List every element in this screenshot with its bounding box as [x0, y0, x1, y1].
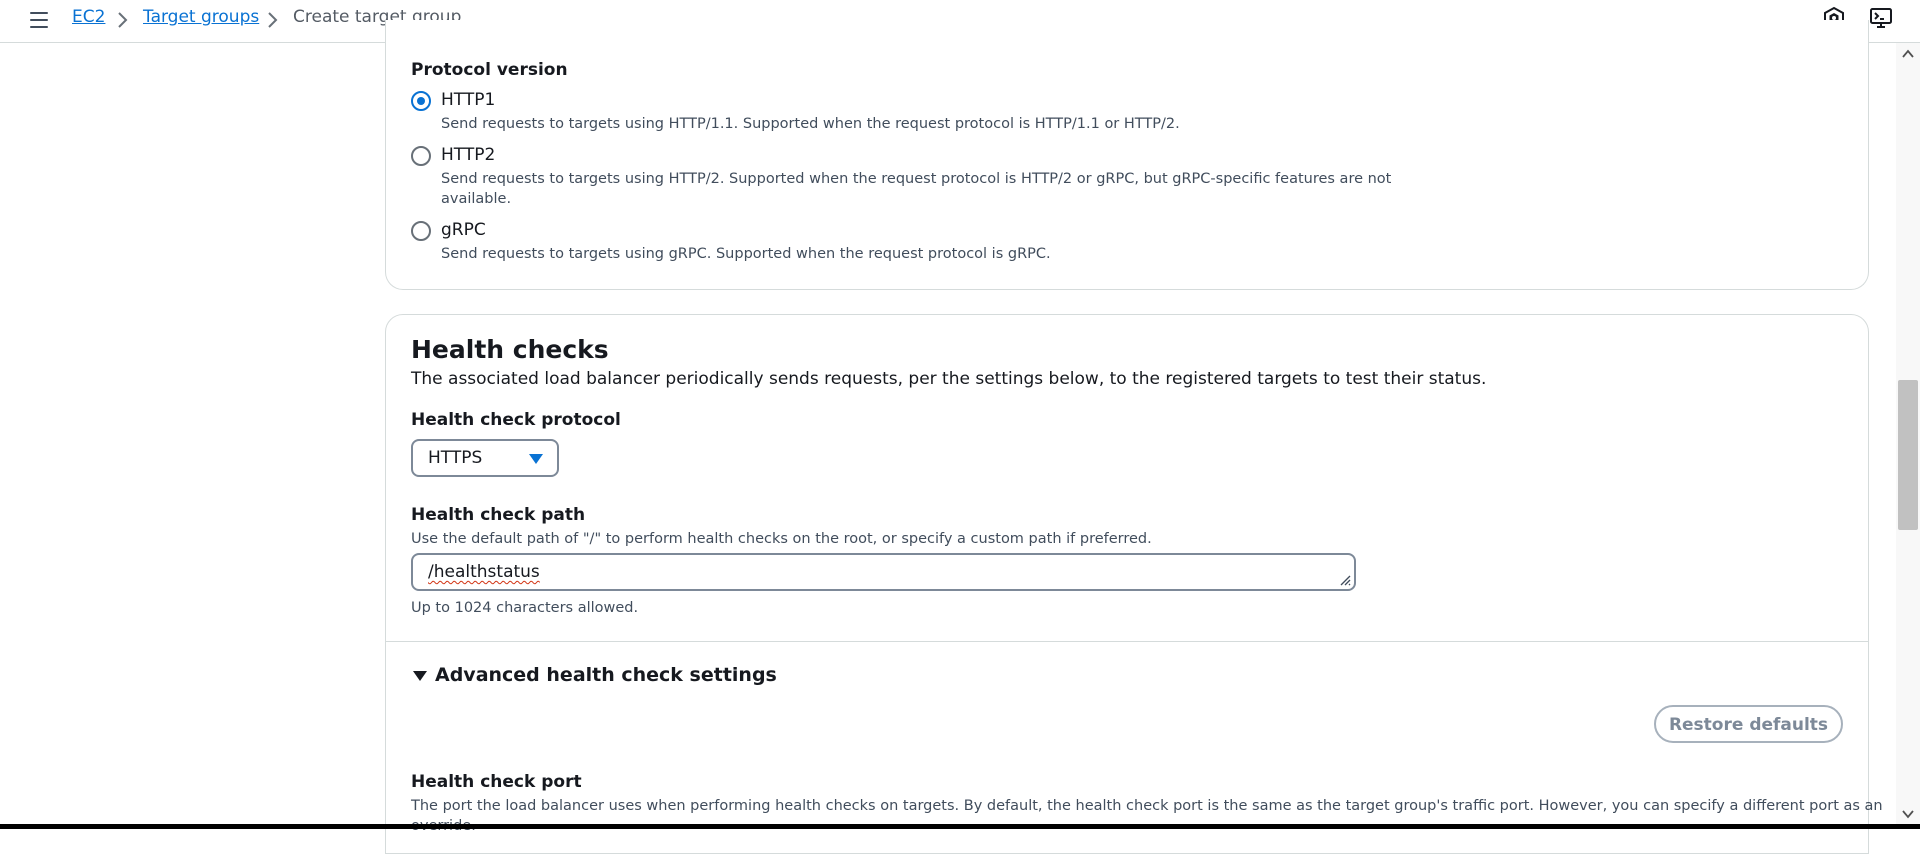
breadcrumb-link-target-groups[interactable]: Target groups: [143, 7, 259, 27]
radio-grpc-label[interactable]: gRPC: [441, 220, 486, 240]
health-check-protocol-label: Health check protocol: [411, 410, 621, 430]
restore-defaults-button[interactable]: Restore defaults: [1654, 705, 1843, 743]
radio-http2-description: Send requests to targets using HTTP/2. S…: [441, 171, 1392, 187]
chevron-right-icon: [268, 12, 278, 28]
radio-http2[interactable]: [411, 146, 431, 166]
health-checks-description: The associated load balancer periodicall…: [411, 369, 1487, 389]
protocol-version-label: Protocol version: [411, 60, 568, 80]
radio-grpc[interactable]: [411, 221, 431, 241]
health-checks-title: Health checks: [411, 335, 609, 364]
health-check-protocol-select[interactable]: HTTPS: [411, 439, 559, 477]
health-check-port-description: The port the load balancer uses when per…: [411, 798, 1883, 814]
caret-down-icon: [529, 454, 543, 464]
window-bottom-edge: [0, 824, 1920, 829]
section-divider: [386, 641, 1868, 642]
radio-http1-description: Send requests to targets using HTTP/1.1.…: [441, 116, 1180, 132]
cloudshell-icon[interactable]: [1869, 6, 1893, 30]
page-scrollbar[interactable]: [1896, 43, 1920, 824]
scroll-down-arrow-icon[interactable]: [1900, 807, 1916, 821]
menu-icon[interactable]: [28, 9, 50, 31]
health-check-path-input[interactable]: /healthstatus: [411, 553, 1356, 591]
health-check-protocol-value: HTTPS: [428, 448, 483, 468]
health-check-path-constraint: Up to 1024 characters allowed.: [411, 600, 639, 616]
radio-http1[interactable]: [411, 91, 431, 111]
health-check-path-description: Use the default path of "/" to perform h…: [411, 531, 1152, 547]
radio-http1-label[interactable]: HTTP1: [441, 90, 495, 110]
advanced-health-check-settings-label: Advanced health check settings: [435, 664, 777, 686]
health-check-port-label: Health check port: [411, 772, 582, 792]
breadcrumb-link-ec2[interactable]: EC2: [72, 7, 105, 27]
scroll-up-arrow-icon[interactable]: [1900, 47, 1916, 61]
caret-down-icon: [413, 671, 427, 681]
scrollbar-thumb[interactable]: [1898, 380, 1918, 530]
resize-handle-icon[interactable]: [1339, 574, 1351, 586]
health-check-path-value: /healthstatus: [428, 562, 540, 582]
chevron-right-icon: [118, 12, 128, 28]
health-check-path-label: Health check path: [411, 505, 586, 525]
radio-http2-description-cont: available.: [441, 191, 512, 207]
radio-http2-label[interactable]: HTTP2: [441, 145, 495, 165]
radio-grpc-description: Send requests to targets using gRPC. Sup…: [441, 246, 1051, 262]
